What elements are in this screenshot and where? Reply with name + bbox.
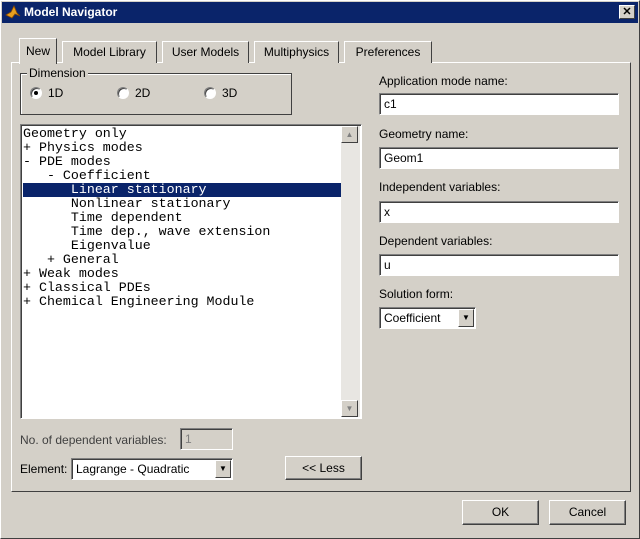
tab-multiphysics[interactable]: Multiphysics <box>254 41 339 63</box>
solution-form-label: Solution form: <box>379 287 454 301</box>
independent-field[interactable]: x <box>379 201 619 223</box>
scroll-up-button[interactable]: ▲ <box>341 126 358 143</box>
radio-label-3d: 3D <box>222 86 238 100</box>
chevron-down-icon: ▼ <box>462 313 470 322</box>
tab-label: Preferences <box>355 45 421 59</box>
tree-item-classical-pdes[interactable]: + Classical PDEs <box>23 281 342 295</box>
application-mode-tree[interactable]: Geometry only + Physics modes - PDE mode… <box>20 124 362 419</box>
arrow-down-icon: ▼ <box>345 404 354 413</box>
tab-label: Model Library <box>73 45 146 59</box>
window-title: Model Navigator <box>24 5 118 19</box>
less-button[interactable]: << Less <box>285 456 362 480</box>
dependent-label: Dependent variables: <box>379 234 493 248</box>
matlab-logo-icon <box>5 5 21 19</box>
tab-label: User Models <box>171 45 240 59</box>
solution-form-value: Coefficient <box>384 311 441 325</box>
radio-3d[interactable]: 3D <box>204 86 244 102</box>
geometry-field[interactable]: Geom1 <box>379 147 619 169</box>
tree-item-time-dep-wave[interactable]: Time dep., wave extension <box>23 225 342 239</box>
tab-model-library[interactable]: Model Library <box>62 41 157 63</box>
tab-label: New <box>25 44 50 58</box>
title-bar[interactable]: Model Navigator ✕ <box>2 2 638 23</box>
radio-circle[interactable] <box>117 87 129 99</box>
element-label: Element: <box>20 462 68 476</box>
dimension-label: Dimension <box>27 66 88 80</box>
tree-item-eigenvalue[interactable]: Eigenvalue <box>23 239 342 253</box>
radio-1d[interactable]: 1D <box>30 86 70 102</box>
ok-button[interactable]: OK <box>462 500 539 525</box>
app-mode-label: Application mode name: <box>379 74 508 88</box>
solution-form-dropdown-button[interactable]: ▼ <box>458 309 474 327</box>
geometry-label: Geometry name: <box>379 127 469 141</box>
radio-circle[interactable] <box>204 87 216 99</box>
tree-item-linear-stationary[interactable]: Linear stationary <box>23 183 342 197</box>
close-button[interactable]: ✕ <box>619 5 635 19</box>
radio-label-2d: 2D <box>135 86 151 100</box>
element-dropdown-button[interactable]: ▼ <box>215 460 231 478</box>
tree-item-weak-modes[interactable]: + Weak modes <box>23 267 342 281</box>
cancel-button[interactable]: Cancel <box>549 500 626 525</box>
scroll-down-button[interactable]: ▼ <box>341 400 358 417</box>
dependent-count-field[interactable]: 1 <box>180 428 233 450</box>
radio-label-1d: 1D <box>48 86 64 100</box>
model-navigator-window: Model Navigator ✕ New Model Library User… <box>0 0 640 539</box>
tree-item-time-dependent[interactable]: Time dependent <box>23 211 342 225</box>
element-select[interactable]: Lagrange - Quadratic ▼ <box>71 458 233 480</box>
tree-item-general[interactable]: + General <box>23 253 342 267</box>
tab-user-models[interactable]: User Models <box>162 41 249 63</box>
element-value: Lagrange - Quadratic <box>76 462 190 476</box>
radio-circle-checked[interactable] <box>30 87 42 99</box>
tree-item-physics-modes[interactable]: + Physics modes <box>23 141 342 155</box>
tree-item-nonlinear-stationary[interactable]: Nonlinear stationary <box>23 197 342 211</box>
tree-scrollbar[interactable]: ▲ ▼ <box>341 126 360 417</box>
independent-label: Independent variables: <box>379 180 501 194</box>
tab-preferences[interactable]: Preferences <box>344 41 432 63</box>
tree-item-pde-modes[interactable]: - PDE modes <box>23 155 342 169</box>
close-icon: ✕ <box>622 6 632 18</box>
chevron-down-icon: ▼ <box>219 464 227 473</box>
tab-new[interactable]: New <box>19 38 57 64</box>
dependent-count-label: No. of dependent variables: <box>20 433 167 447</box>
app-mode-field[interactable]: c1 <box>379 93 619 115</box>
radio-2d[interactable]: 2D <box>117 86 157 102</box>
arrow-up-icon: ▲ <box>345 130 354 139</box>
solution-form-select[interactable]: Coefficient ▼ <box>379 307 476 329</box>
tree-item-geometry-only[interactable]: Geometry only <box>23 127 342 141</box>
tree-item-chemical-engineering[interactable]: + Chemical Engineering Module <box>23 295 342 309</box>
dependent-field[interactable]: u <box>379 254 619 276</box>
tree-item-coefficient[interactable]: - Coefficient <box>23 169 342 183</box>
tab-label: Multiphysics <box>263 45 330 59</box>
